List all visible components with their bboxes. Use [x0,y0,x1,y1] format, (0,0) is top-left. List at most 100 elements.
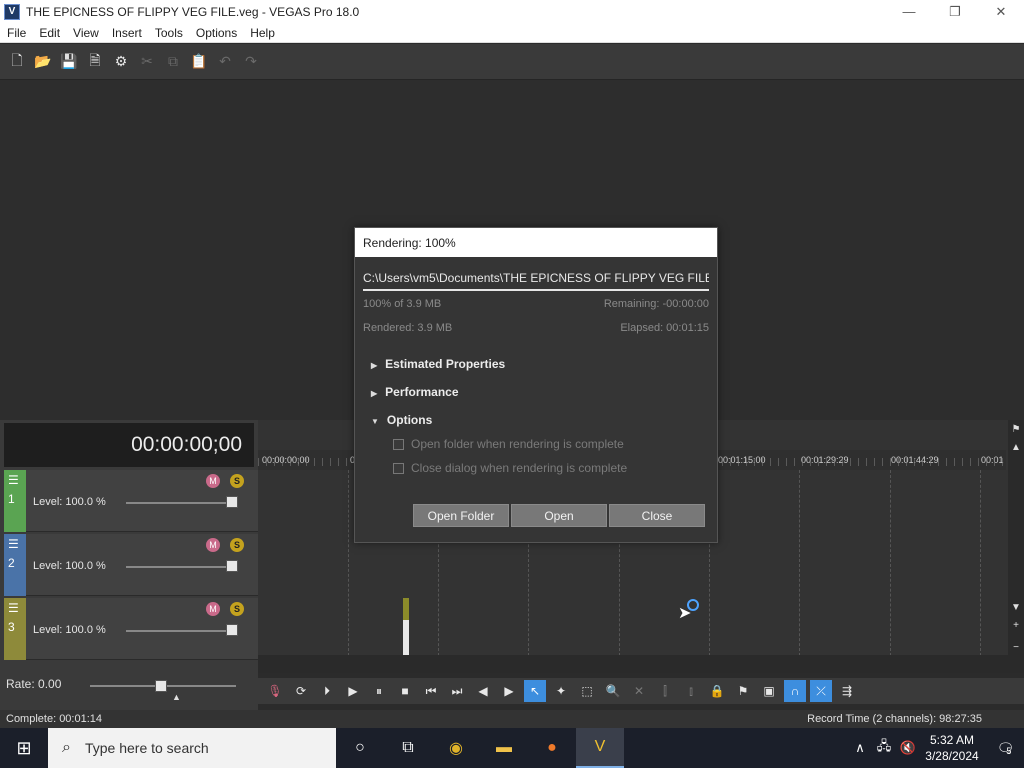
minimize-button[interactable]: — [886,0,932,23]
firefox-icon[interactable]: ● [528,728,576,768]
maximize-button[interactable]: ❐ [932,0,978,23]
checkbox[interactable] [393,438,404,450]
chrome-icon[interactable]: ◉ [432,728,480,768]
pause-icon[interactable]: ⏸ [368,680,390,702]
play-from-start-icon[interactable]: ⏵ [316,680,338,702]
solo-icon[interactable]: S [230,602,244,616]
search-placeholder: Type here to search [84,740,209,756]
open-folder-button[interactable]: Open Folder [413,504,509,527]
lock-icon[interactable]: 🔒 [706,680,728,702]
level-slider-track[interactable] [126,502,230,504]
solo-icon[interactable]: S [230,538,244,552]
zoom-in-icon[interactable]: + [1008,618,1024,632]
level-slider-thumb[interactable] [226,496,238,508]
snapping-icon[interactable]: ∩ [784,680,806,702]
split-icon[interactable]: ⫾ [680,680,702,702]
scroll-down-icon[interactable]: ▼ [1008,600,1024,614]
auto-crossfade-icon[interactable]: ⤫ [810,680,832,702]
chevron-up-icon[interactable]: ∧ [848,740,872,756]
open-folder-option[interactable]: Open folder when rendering is complete [393,437,624,451]
normal-edit-tool-icon[interactable]: ↖ [524,680,546,702]
volume-muted-icon[interactable]: 🔇 [896,740,920,756]
notification-icon[interactable]: 🗨 5 [984,728,1024,768]
status-bar: Complete: 00:01:14 Record Time (2 channe… [0,710,1024,728]
performance-section[interactable]: ▶ Performance [371,385,459,399]
trim-icon[interactable]: ⫿ [654,680,676,702]
marker-flag-icon[interactable]: ⚑ [1008,422,1024,436]
menu-insert[interactable]: Insert [106,26,148,40]
scroll-up-icon[interactable]: ▲ [1008,440,1024,454]
close-dialog-option[interactable]: Close dialog when rendering is complete [393,461,627,475]
go-to-start-icon[interactable]: ⏮ [420,680,442,702]
audio-clip-event[interactable] [403,598,409,620]
track-header-2[interactable]: ☰ 2 Level: 100.0 % M S [4,534,258,596]
cut-icon[interactable]: ✂ [136,51,158,73]
mute-icon[interactable]: M [206,474,220,488]
vegas-taskbar-icon[interactable]: V [576,728,624,768]
zoom-out-icon[interactable]: − [1008,640,1024,654]
redo-icon[interactable]: ↷ [240,51,262,73]
estimated-properties-section[interactable]: ▶ Estimated Properties [371,357,505,371]
paste-icon[interactable]: 📋 [188,51,210,73]
previous-frame-icon[interactable]: ◀ [472,680,494,702]
menu-options[interactable]: Options [190,26,243,40]
mute-icon[interactable]: M [206,602,220,616]
section-label: Estimated Properties [385,357,506,371]
track-header-1[interactable]: ☰ 1 Level: 100.0 % M S [4,470,258,532]
file-explorer-icon[interactable]: ▬ [480,728,528,768]
cortana-icon[interactable]: ○ [336,728,384,768]
windows-start-icon[interactable]: ⊞ [0,728,48,768]
task-view-icon[interactable]: ⧉ [384,728,432,768]
track-menu-icon[interactable]: ☰ [8,538,22,550]
envelope-tool-icon[interactable]: ✦ [550,680,572,702]
render-icon[interactable]: 🗎 [84,51,106,73]
delete-icon[interactable]: ✕ [628,680,650,702]
mute-icon[interactable]: M [206,538,220,552]
selection-tool-icon[interactable]: ⬚ [576,680,598,702]
track-header-3[interactable]: ☰ 3 Level: 100.0 % M S [4,598,258,660]
timecode-display[interactable]: 00:00:00;00 [4,423,254,467]
taskbar-clock[interactable]: 5:32 AM 3/28/2024 [920,732,984,764]
open-icon[interactable]: 📂 [32,51,54,73]
options-section[interactable]: ▼ Options [371,413,432,427]
level-slider-thumb[interactable] [226,624,238,636]
rate-slider-thumb[interactable] [155,680,167,692]
undo-icon[interactable]: ↶ [214,51,236,73]
solo-icon[interactable]: S [230,474,244,488]
system-tray: ∧ 🖧 🔇 5:32 AM 3/28/2024 🗨 5 [848,728,1024,768]
copy-icon[interactable]: ⧉ [162,51,184,73]
close-window-button[interactable]: ✕ [978,0,1024,23]
menu-help[interactable]: Help [244,26,281,40]
menu-view[interactable]: View [67,26,105,40]
ripple-edit-icon[interactable]: ⇶ [836,680,858,702]
taskbar-search-box[interactable]: ⌕ Type here to search [48,728,336,768]
next-frame-icon[interactable]: ▶ [498,680,520,702]
region-icon[interactable]: ▣ [758,680,780,702]
network-icon[interactable]: 🖧 [872,737,896,759]
close-button[interactable]: Close [609,504,705,527]
loop-icon[interactable]: ⟳ [290,680,312,702]
gear-icon[interactable]: ⚙ [110,51,132,73]
menu-tools[interactable]: Tools [149,26,189,40]
timeline-horizontal-scrollbar[interactable] [258,655,1024,673]
open-button[interactable]: Open [511,504,607,527]
track-menu-icon[interactable]: ☰ [8,474,22,486]
level-slider-track[interactable] [126,630,230,632]
video-clip-event[interactable] [403,620,409,656]
record-icon[interactable]: 🎙 [264,680,286,702]
zoom-tool-icon[interactable]: 🔍 [602,680,624,702]
stop-icon[interactable]: ■ [394,680,416,702]
menu-edit[interactable]: Edit [33,26,66,40]
menu-file[interactable]: File [1,26,32,40]
track-menu-icon[interactable]: ☰ [8,602,22,614]
level-slider-track[interactable] [126,566,230,568]
timeline-vertical-scrollbar[interactable]: ⚑ ▲ ▼ + − [1008,420,1024,662]
new-icon[interactable]: 🗋 [6,51,28,73]
save-icon[interactable]: 💾 [58,51,80,73]
level-slider-thumb[interactable] [226,560,238,572]
go-to-end-icon[interactable]: ⏭ [446,680,468,702]
play-icon[interactable]: ▶ [342,680,364,702]
render-output-path: C:\Users\vm5\Documents\THE EPICNESS OF F… [363,271,709,285]
checkbox[interactable] [393,462,404,474]
marker-icon[interactable]: ⚑ [732,680,754,702]
